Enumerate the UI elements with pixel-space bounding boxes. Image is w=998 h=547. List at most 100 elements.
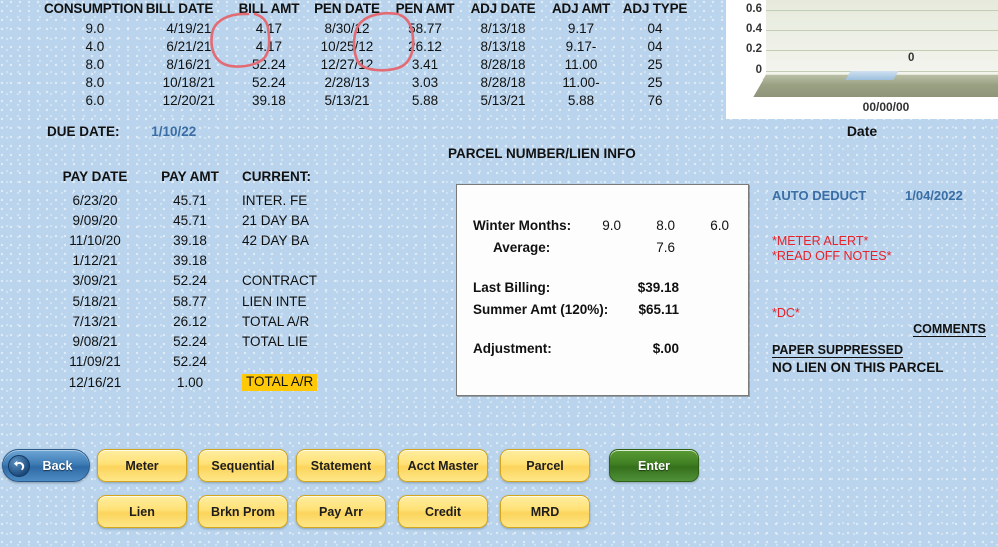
table-cell: 4.17 (255, 38, 283, 54)
table-cell: 8/28/18 (480, 74, 526, 90)
table-cell: 45.71 (173, 212, 207, 228)
status-badge: TOTAL A/R (242, 374, 318, 392)
parcel-button[interactable]: Parcel (500, 449, 590, 482)
winter-month-value-2: 8.0 (656, 218, 675, 233)
winter-month-value-1: 9.0 (602, 218, 621, 233)
table-cell: 5.88 (411, 92, 439, 108)
column-header-pay-amt: PAY AMT (161, 169, 219, 184)
table-cell: 52.24 (252, 74, 286, 90)
payment-history-table: PAY DATE PAY AMT CURRENT: 6/23/20 45.71 IN… (44, 168, 344, 394)
table-cell: 8/28/18 (480, 56, 526, 72)
table-cell: 5/13/21 (324, 92, 370, 108)
table-cell: 6/21/21 (166, 38, 212, 54)
comments-label: COMMENTS (913, 322, 986, 337)
table-cell: 8/13/18 (480, 38, 526, 54)
sequential-button[interactable]: Sequential (198, 449, 288, 482)
table-cell: 3.41 (411, 56, 439, 72)
table-cell: TOTAL LIE (242, 333, 308, 349)
back-button[interactable]: Back (2, 449, 90, 482)
statement-button[interactable]: Statement (296, 449, 386, 482)
table-cell: INTER. FE (242, 192, 308, 208)
table-cell: 11/10/20 (69, 232, 121, 248)
list-item: 11/09/21 52.24 (44, 352, 344, 372)
table-cell: CONTRACT (242, 273, 317, 289)
table-cell: 5.88 (567, 92, 595, 108)
last-billing-value: $39.18 (637, 280, 679, 295)
table-cell: 6.0 (85, 92, 105, 108)
x-axis-tick-0: 00/00/00 (862, 100, 910, 114)
list-item: 7/13/21 26.12 TOTAL A/R (44, 311, 344, 331)
list-item: 9/09/20 45.71 21 DAY BA (44, 210, 344, 230)
list-item: 1/12/21 39.18 (44, 251, 344, 271)
table-cell: 42 DAY BA (242, 232, 310, 248)
list-item: 9/08/21 52.24 TOTAL LIE (44, 331, 344, 351)
table-row: 9.0 4/19/21 4.17 8/30/12 58.77 8/13/18 9.17 04 (44, 19, 692, 37)
auto-deduct-date: 1/04/2022 (905, 188, 963, 203)
table-cell: 26.12 (173, 313, 207, 329)
table-cell: 5/13/21 (480, 92, 526, 108)
table-cell: 45.71 (173, 192, 207, 208)
table-cell: 9/08/21 (72, 333, 118, 349)
notes-spacer (772, 264, 992, 306)
mrd-button[interactable]: MRD (500, 495, 590, 528)
column-header-adj-date: ADJ DATE (470, 1, 536, 16)
table-cell: 9.17 (567, 20, 595, 36)
undo-arrow-icon (8, 454, 30, 477)
table-cell: 12/16/21 (68, 375, 122, 391)
no-lien-message: NO LIEN ON THIS PARCEL (772, 360, 944, 375)
chart-x-axis-title: Date (846, 123, 878, 139)
table-cell: 8.0 (85, 74, 105, 90)
table-cell: 4.0 (85, 38, 105, 54)
parcel-section-label: PARCEL NUMBER/LIEN INFO (448, 146, 636, 161)
table-cell (234, 251, 344, 271)
column-header-bill-amt: BILL AMT (238, 1, 300, 16)
table-cell: 11.00- (562, 74, 600, 90)
comments-link[interactable]: COMMENTS (772, 321, 992, 337)
table-cell: 9.17- (565, 38, 597, 54)
read-off-notes-note: *READ OFF NOTES* (772, 249, 892, 263)
brkn-prom-button[interactable]: Brkn Prom (198, 495, 288, 528)
table-cell: 25 (647, 74, 663, 90)
table-cell: 6/23/20 (72, 192, 118, 208)
summer-amt-label: Summer Amt (120%): (473, 302, 609, 317)
table-cell: 8/30/12 (324, 20, 370, 36)
gridline (766, 30, 998, 31)
table-cell: 3.03 (411, 74, 439, 90)
table-cell: 58.77 (408, 20, 442, 36)
average-value: 7.6 (656, 240, 675, 255)
last-billing-label: Last Billing: (473, 280, 551, 295)
table-cell: 10/25/12 (320, 38, 374, 54)
paper-suppressed-label: PAPER SUPPRESSED (772, 343, 904, 358)
column-header-adj-amt: ADJ AMT (552, 1, 611, 16)
table-cell: 52.24 (173, 333, 207, 349)
table-cell: 3/09/21 (72, 273, 118, 289)
meter-alert-note: *METER ALERT* (772, 234, 869, 248)
auto-deduct-label: AUTO DEDUCT (772, 188, 867, 203)
table-cell: 39.18 (173, 253, 207, 269)
chart-data-label: 0 (908, 52, 915, 64)
table-cell: 26.12 (408, 38, 442, 54)
enter-button[interactable]: Enter (609, 449, 699, 482)
table-cell: 11.00 (564, 56, 598, 72)
gridline (766, 10, 998, 11)
pay-arr-button[interactable]: Pay Arr (296, 495, 386, 528)
table-cell: 4/19/21 (166, 20, 212, 36)
acct-master-button[interactable]: Acct Master (398, 449, 488, 482)
meter-button[interactable]: Meter (97, 449, 187, 482)
table-cell (234, 352, 344, 372)
usage-bar-chart: 0 0.6 0.4 0.2 0 00/00/00 (726, 0, 998, 119)
y-axis-tick-1: 0.4 (746, 23, 762, 35)
y-axis-tick-3: 0 (755, 64, 762, 76)
y-axis-tick-0: 0.6 (746, 3, 762, 15)
y-axis-tick-2: 0.2 (746, 43, 762, 55)
chart-plot-area: 0 (766, 0, 998, 75)
table-header-row: CONSUMPTION BILL DATE BILL AMT PEN DATE … (44, 0, 692, 19)
winter-months-label: Winter Months: (473, 218, 572, 233)
table-cell: 52.24 (173, 354, 207, 370)
lien-button[interactable]: Lien (97, 495, 187, 528)
table-cell: 8/13/18 (480, 20, 526, 36)
table-row: 6.0 12/20/21 39.18 5/13/21 5.88 5/13/21 5.88 76 (44, 91, 692, 109)
table-cell: 39.18 (252, 92, 286, 108)
credit-button[interactable]: Credit (398, 495, 488, 528)
column-header-pay-date: PAY DATE (62, 169, 128, 184)
